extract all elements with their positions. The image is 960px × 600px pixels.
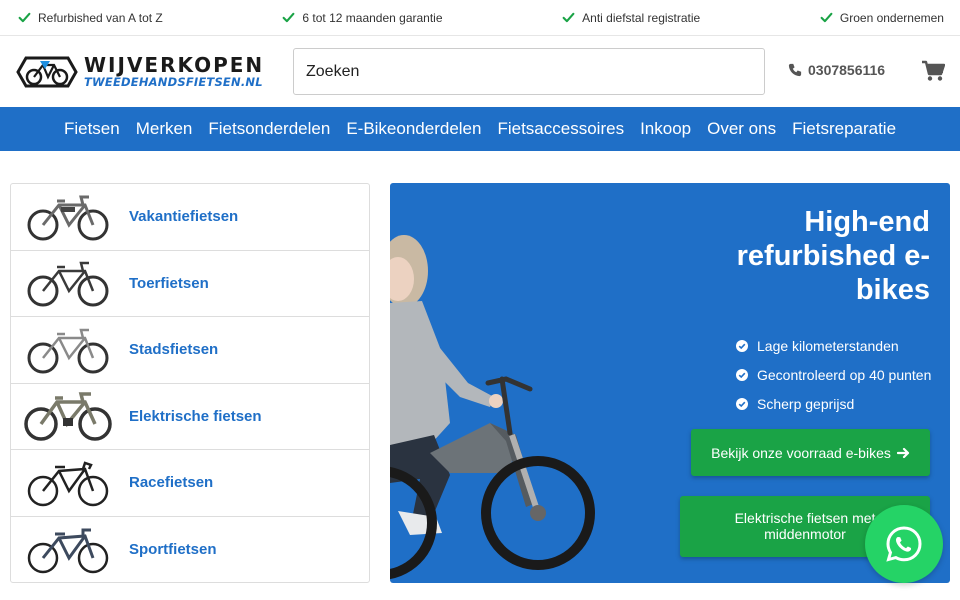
usp-label: 6 tot 12 maanden garantie — [302, 10, 443, 25]
usp-label: Groen ondernemen — [839, 10, 944, 25]
usp-item: 6 tot 12 maanden garantie — [282, 10, 443, 25]
phone-number: 0307856116 — [808, 62, 886, 78]
nav-item-fietsreparatie[interactable]: Fietsreparatie — [792, 119, 896, 139]
hero-bullet: Gecontroleerd op 40 punten — [736, 360, 931, 389]
nav-item-merken[interactable]: Merken — [136, 119, 193, 139]
road-bike-image — [27, 461, 109, 506]
nav-item-inkoop[interactable]: Inkoop — [640, 119, 691, 139]
view-e-bikes-label: Bekijk onze voorraad e-bikes — [711, 444, 891, 461]
category-label: Toerfietsen — [129, 274, 209, 292]
phone-link[interactable]: 0307856116 — [788, 62, 885, 78]
hero-bullet-label: Gecontroleerd op 40 punten — [757, 366, 932, 383]
check-icon — [282, 12, 295, 23]
usp-item: Refurbished van A tot Z — [18, 11, 163, 25]
check-circle-icon — [736, 368, 748, 381]
usp-label: Anti diefstal registratie — [582, 10, 701, 25]
check-icon — [820, 12, 833, 23]
search-input[interactable] — [293, 48, 765, 95]
hero-bullet-label: Lage kilometerstanden — [757, 337, 899, 354]
hero-bullet-list: Lage kilometerstanden Gecontroleerd op 4… — [736, 331, 931, 418]
category-item-stadsfietsen[interactable]: Stadsfietsen — [11, 317, 369, 384]
usp-bar: Refurbished van A tot Z 6 tot 12 maanden… — [0, 0, 960, 36]
category-label: Sportfietsen — [129, 541, 217, 559]
category-label: Stadsfietsen — [129, 341, 219, 359]
view-e-bikes-button[interactable]: Bekijk onze voorraad e-bikes — [691, 429, 930, 476]
hero-bullet: Lage kilometerstanden — [736, 331, 931, 360]
hero-bullet: Scherp geprijsd — [736, 389, 931, 418]
nav-item-e-bikeonderdelen[interactable]: E-Bikeonderdelen — [346, 119, 481, 139]
logo-line2: TWEEDEHANDSFIETSEN.NL — [84, 75, 263, 90]
city-bike-image — [27, 328, 109, 374]
main-nav: Fietsen Merken Fietsonderdelen E-Bikeond… — [0, 107, 960, 151]
hero-title: High-end refurbished e-bikes — [736, 206, 930, 307]
hero-bullet-label: Scherp geprijsd — [757, 395, 855, 412]
check-icon — [562, 12, 575, 23]
category-list: Vakantiefietsen Toerfietsen Stadsfietsen… — [10, 183, 370, 583]
touring-bike-image — [27, 262, 109, 307]
whatsapp-icon — [886, 526, 922, 562]
logo-line1: WIJVERKOPEN — [84, 53, 265, 78]
cart-icon[interactable] — [921, 60, 945, 82]
category-item-sportfietsen[interactable]: Sportfietsen — [11, 517, 369, 584]
arrow-right-icon — [896, 447, 909, 458]
check-icon — [18, 12, 31, 23]
site-logo[interactable]: WIJVERKOPEN TWEEDEHANDSFIETSEN.NL — [16, 52, 266, 92]
sport-bike-image — [27, 528, 109, 573]
category-item-elektrische-fietsen[interactable]: Elektrische fietsen — [11, 384, 369, 450]
whatsapp-chat-button[interactable] — [865, 505, 943, 583]
nav-item-fietsonderdelen[interactable]: Fietsonderdelen — [208, 119, 330, 139]
category-label: Vakantiefietsen — [129, 208, 239, 226]
category-label: Racefietsen — [129, 474, 214, 492]
bike-logo-icon — [16, 56, 78, 88]
category-label: Elektrische fietsen — [129, 407, 262, 425]
check-circle-icon — [736, 397, 748, 410]
usp-item: Groen ondernemen — [820, 11, 944, 25]
touring-bike-image — [27, 195, 109, 241]
check-circle-icon — [736, 339, 748, 352]
nav-item-fietsen[interactable]: Fietsen — [64, 119, 120, 139]
hero-banner: High-end refurbished e-bikes Lage kilome… — [390, 183, 950, 583]
header: WIJVERKOPEN TWEEDEHANDSFIETSEN.NL 030785… — [0, 36, 960, 106]
usp-item: Anti diefstal registratie — [562, 11, 700, 25]
category-item-racefietsen[interactable]: Racefietsen — [11, 450, 369, 517]
nav-item-over-ons[interactable]: Over ons — [707, 119, 776, 139]
category-item-toerfietsen[interactable]: Toerfietsen — [11, 251, 369, 317]
usp-label: Refurbished van A tot Z — [38, 10, 163, 25]
e-bike-image — [24, 392, 112, 441]
nav-item-fietsaccessoires[interactable]: Fietsaccessoires — [497, 119, 624, 139]
logo-text: WIJVERKOPEN TWEEDEHANDSFIETSEN.NL — [84, 55, 264, 89]
phone-icon — [788, 63, 802, 77]
hero-photo-woman-on-e-bike — [390, 235, 595, 580]
category-item-vakantiefietsen[interactable]: Vakantiefietsen — [11, 184, 369, 251]
